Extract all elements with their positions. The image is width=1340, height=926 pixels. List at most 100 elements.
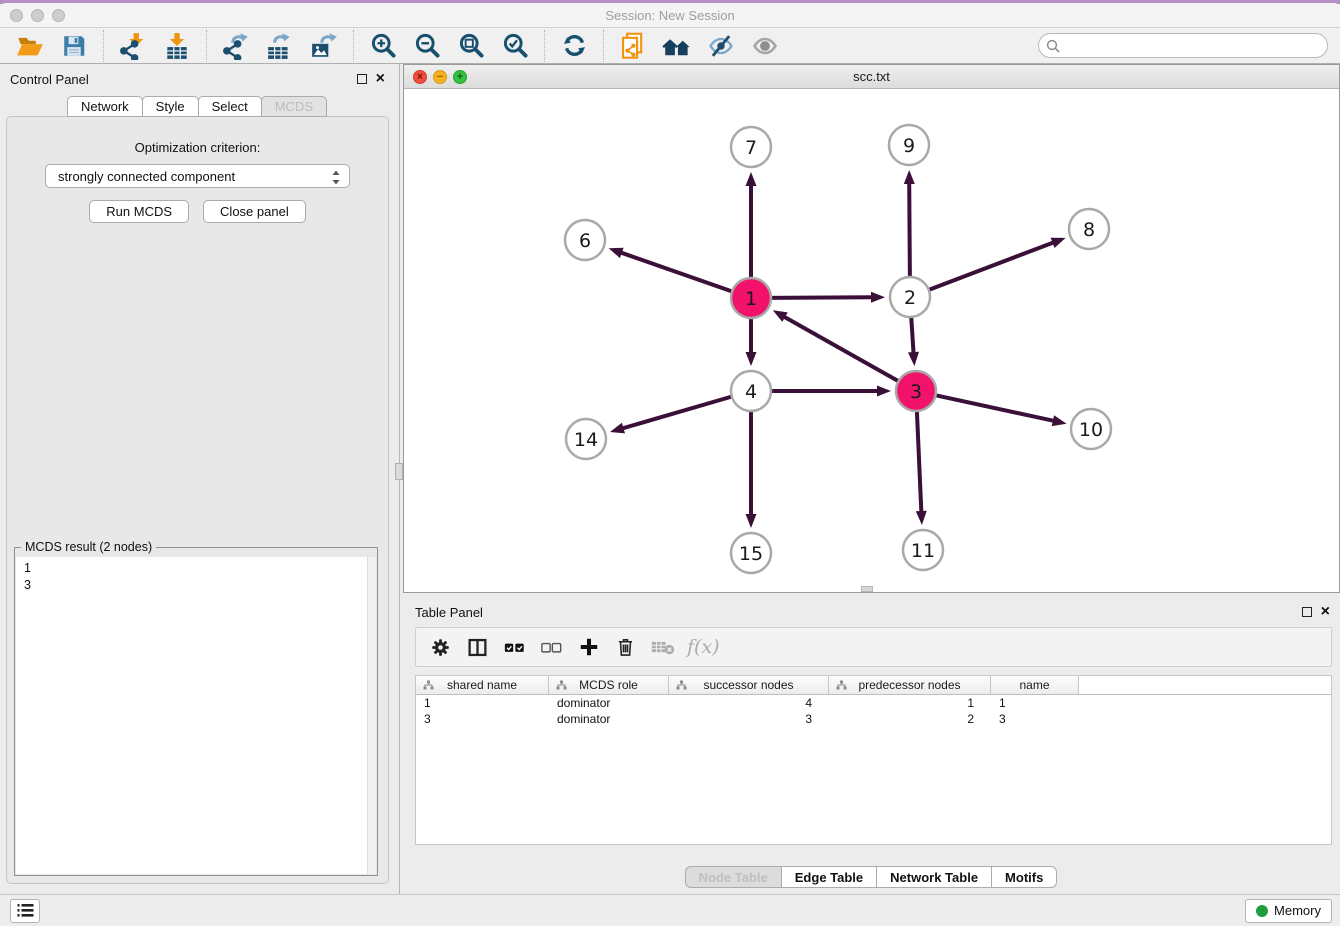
tab-edge-table[interactable]: Edge Table [781, 866, 877, 888]
table-row[interactable]: 3dominator323 [416, 711, 1331, 727]
tab-network-table[interactable]: Network Table [876, 866, 992, 888]
cell-name[interactable]: 3 [991, 712, 1079, 726]
panel-split-divider[interactable] [395, 64, 403, 894]
zoom-in-button[interactable] [361, 29, 405, 63]
edge-1-6[interactable] [609, 248, 734, 292]
clone-network-button[interactable] [611, 29, 655, 63]
cell-shared-name[interactable]: 3 [416, 712, 549, 726]
column-visibility-button[interactable] [459, 630, 496, 664]
edge-2-3[interactable] [908, 315, 919, 366]
close-table-panel-icon[interactable]: × [1321, 606, 1330, 618]
export-table-button[interactable] [258, 29, 302, 63]
node-3[interactable]: 3 [896, 371, 936, 411]
canvas-split-handle[interactable] [861, 586, 873, 592]
main-titlebar: Session: New Session [0, 3, 1340, 28]
node-7[interactable]: 7 [731, 127, 771, 167]
edge-1-4[interactable] [746, 316, 757, 366]
table-settings-button[interactable] [422, 630, 459, 664]
tab-motifs[interactable]: Motifs [991, 866, 1057, 888]
zoom-selected-button[interactable] [493, 29, 537, 63]
open-session-button[interactable] [8, 29, 52, 63]
edge-2-9[interactable] [904, 170, 915, 279]
delete-table-button[interactable] [644, 630, 681, 664]
search-box [1038, 33, 1328, 58]
cell-mcds-role[interactable]: dominator [549, 712, 669, 726]
save-icon [61, 33, 87, 59]
import-network-button[interactable] [111, 29, 155, 63]
edge-4-3[interactable] [769, 386, 891, 397]
node-1[interactable]: 1 [731, 278, 771, 318]
tab-node-table[interactable]: Node Table [685, 866, 782, 888]
run-mcds-button[interactable]: Run MCDS [89, 200, 189, 223]
edge-3-11[interactable] [916, 409, 927, 525]
node-2[interactable]: 2 [890, 277, 930, 317]
node-4[interactable]: 4 [731, 371, 771, 411]
column-header-predecessor-nodes[interactable]: predecessor nodes [829, 676, 991, 694]
deselect-all-rows-button[interactable] [533, 630, 570, 664]
control-panel-title: Control Panel [10, 72, 89, 87]
node-9[interactable]: 9 [889, 125, 929, 165]
float-table-panel-icon[interactable] [1302, 607, 1312, 617]
export-image-button[interactable] [302, 29, 346, 63]
edge-1-2[interactable] [769, 292, 885, 303]
save-session-button[interactable] [52, 29, 96, 63]
tab-select[interactable]: Select [198, 96, 262, 117]
node-14[interactable]: 14 [566, 419, 606, 459]
column-label: successor nodes [669, 678, 828, 692]
cell-successor-nodes[interactable]: 3 [669, 712, 829, 726]
column-header-shared-name[interactable]: shared name [416, 676, 549, 694]
function-builder-button[interactable]: f(x) [687, 636, 720, 658]
column-header-successor-nodes[interactable]: successor nodes [669, 676, 829, 694]
search-icon [1046, 39, 1060, 53]
import-table-button[interactable] [155, 29, 199, 63]
refresh-layout-button[interactable] [552, 29, 596, 63]
column-header-name[interactable]: name [991, 676, 1079, 694]
cell-predecessor-nodes[interactable]: 1 [829, 696, 991, 710]
toolbar-separator [206, 30, 207, 62]
network-canvas[interactable]: 1 2 3 4 6 7 8 9 10 11 14 15 [404, 89, 1339, 592]
export-network-icon [222, 32, 250, 60]
memory-button[interactable]: Memory [1245, 899, 1332, 923]
table-row[interactable]: 1dominator411 [416, 695, 1331, 711]
cell-shared-name[interactable]: 1 [416, 696, 549, 710]
cell-mcds-role[interactable]: dominator [549, 696, 669, 710]
search-input[interactable] [1038, 33, 1328, 58]
edge-4-15[interactable] [746, 409, 757, 528]
close-panel-button[interactable]: Close panel [203, 200, 306, 223]
cell-successor-nodes[interactable]: 4 [669, 696, 829, 710]
edge-1-7[interactable] [746, 172, 757, 280]
edge-4-14[interactable] [610, 396, 734, 433]
cell-predecessor-nodes[interactable]: 2 [829, 712, 991, 726]
export-table-icon [266, 32, 294, 60]
float-panel-icon[interactable] [357, 74, 367, 84]
first-neighbors-button[interactable] [655, 29, 699, 63]
show-all-button[interactable] [743, 29, 787, 63]
task-history-button[interactable] [10, 899, 40, 923]
node-15[interactable]: 15 [731, 533, 771, 573]
node-8[interactable]: 8 [1069, 209, 1109, 249]
optimization-criterion-select[interactable]: strongly connected component [45, 164, 350, 188]
select-all-rows-button[interactable] [496, 630, 533, 664]
export-network-button[interactable] [214, 29, 258, 63]
node-6[interactable]: 6 [565, 220, 605, 260]
node-10[interactable]: 10 [1071, 409, 1111, 449]
edge-3-1[interactable] [773, 310, 901, 382]
tab-network[interactable]: Network [67, 96, 143, 117]
node-11[interactable]: 11 [903, 530, 943, 570]
add-column-button[interactable] [570, 630, 607, 664]
close-panel-icon[interactable]: × [376, 73, 385, 85]
zoom-fit-button[interactable] [449, 29, 493, 63]
zoom-out-button[interactable] [405, 29, 449, 63]
edge-2-8[interactable] [927, 238, 1066, 291]
column-header-mcds-role[interactable]: MCDS role [549, 676, 669, 694]
divider-handle[interactable] [395, 463, 403, 480]
mcds-result-list[interactable]: 13 [16, 557, 376, 874]
node-label: 7 [745, 137, 757, 159]
cell-name[interactable]: 1 [991, 696, 1079, 710]
delete-column-button[interactable] [607, 630, 644, 664]
result-scrollbar[interactable] [367, 557, 376, 874]
hide-selected-button[interactable] [699, 29, 743, 63]
tab-mcds[interactable]: MCDS [261, 96, 327, 117]
edge-3-10[interactable] [934, 395, 1067, 426]
tab-style[interactable]: Style [142, 96, 199, 117]
